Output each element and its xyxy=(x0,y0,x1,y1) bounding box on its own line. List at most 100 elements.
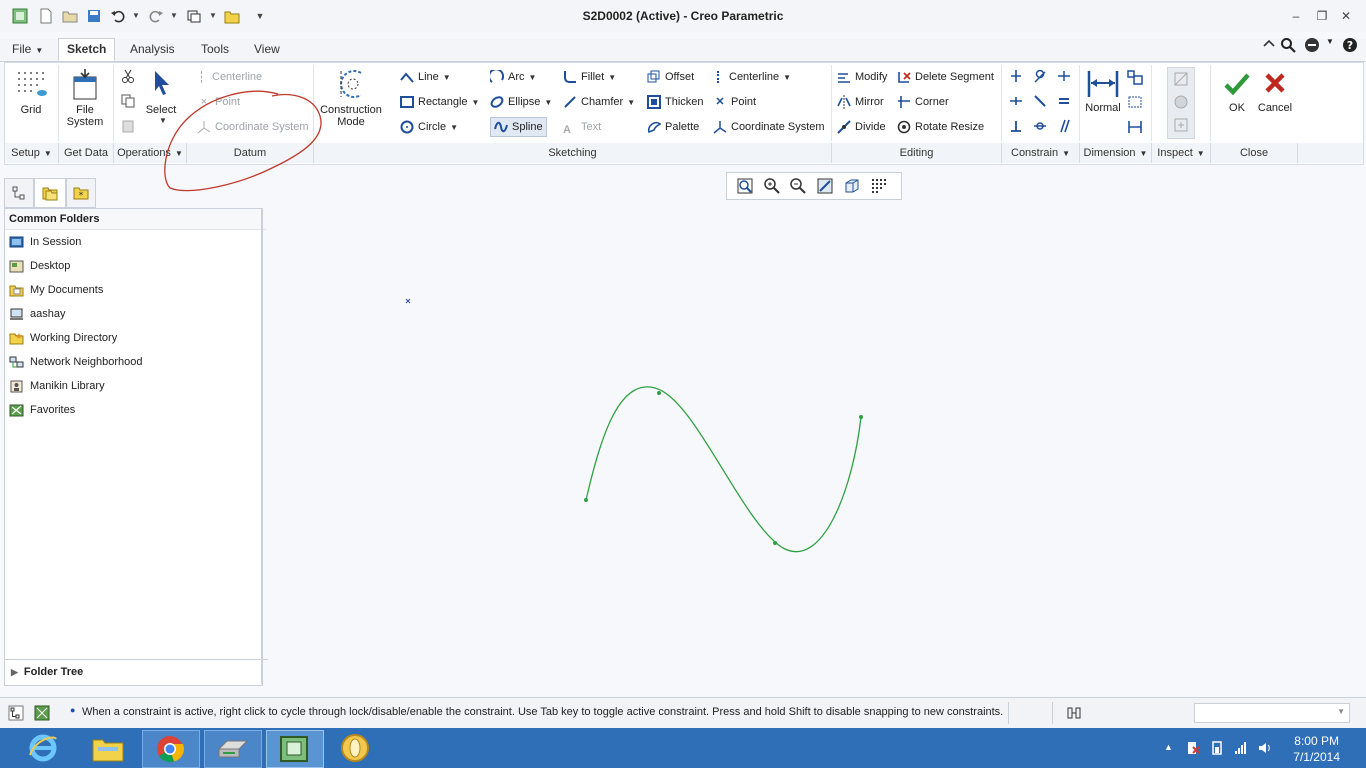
datum-centerline-button[interactable]: Centerline xyxy=(197,67,262,87)
arc-dropdown-icon[interactable]: ▼ xyxy=(529,73,537,82)
display-style-icon[interactable] xyxy=(843,177,861,195)
chamfer-dropdown-icon[interactable]: ▼ xyxy=(627,98,635,107)
arc-button[interactable]: Arc ▼ xyxy=(490,67,536,87)
network-signal-icon[interactable] xyxy=(1234,741,1248,755)
coincident-constraint-icon[interactable] xyxy=(1033,94,1047,108)
rectangle-dropdown-icon[interactable]: ▼ xyxy=(472,98,480,107)
fillet-button[interactable]: Fillet ▼ xyxy=(563,67,616,87)
taskbar-chrome[interactable] xyxy=(142,730,200,768)
volume-icon[interactable] xyxy=(1258,741,1272,755)
delete-segment-button[interactable]: Delete Segment xyxy=(897,67,994,87)
folder-desktop[interactable]: Desktop xyxy=(9,257,70,275)
refit-icon[interactable] xyxy=(736,177,754,195)
shade-closed-loops-icon[interactable] xyxy=(1173,94,1189,110)
zoom-out-icon[interactable] xyxy=(789,177,807,195)
model-tree-tab[interactable] xyxy=(4,178,34,208)
tab-view[interactable]: View xyxy=(246,39,288,60)
group-inspect[interactable]: Inspect ▼ xyxy=(1152,143,1211,163)
restore-icon[interactable]: ❐ xyxy=(1314,8,1330,24)
highlight-open-ends-icon[interactable] xyxy=(1173,117,1189,133)
tab-file[interactable]: File ▼ xyxy=(4,39,51,60)
favorites-tab[interactable]: * xyxy=(66,178,96,208)
divide-button[interactable]: Divide xyxy=(837,117,886,137)
file-system-button[interactable]: File System xyxy=(63,69,107,128)
palette-button[interactable]: Palette xyxy=(647,117,699,137)
sketch-canvas[interactable] xyxy=(263,166,1366,694)
normal-dimension-button[interactable]: Normal xyxy=(1083,69,1123,114)
ellipse-dropdown-icon[interactable]: ▼ xyxy=(544,98,552,107)
ok-button[interactable]: OK xyxy=(1217,69,1257,114)
help-dropdown-icon[interactable]: ▼ xyxy=(1326,37,1334,46)
taskbar-creo-parametric[interactable] xyxy=(266,730,324,768)
fillet-dropdown-icon[interactable]: ▼ xyxy=(608,73,616,82)
paste-icon[interactable] xyxy=(121,119,135,133)
horizontal-constraint-icon[interactable] xyxy=(1009,94,1023,108)
line-dropdown-icon[interactable]: ▼ xyxy=(443,73,451,82)
ellipse-button[interactable]: Ellipse ▼ xyxy=(490,92,552,112)
rectangle-button[interactable]: Rectangle ▼ xyxy=(400,92,479,112)
text-button[interactable]: A Text xyxy=(563,117,601,137)
grid-button[interactable]: Grid xyxy=(11,69,51,116)
action-center-icon[interactable] xyxy=(1186,741,1200,755)
smart-select-filter-icon[interactable] xyxy=(1066,705,1082,721)
folder-my-documents[interactable]: My Documents xyxy=(9,281,103,299)
folder-aashay[interactable]: aashay xyxy=(9,305,65,323)
reference-icon[interactable] xyxy=(1127,94,1143,110)
folder-browser-tab[interactable] xyxy=(34,178,66,208)
thicken-button[interactable]: Thicken xyxy=(647,92,704,112)
vertical-constraint-icon[interactable] xyxy=(1009,69,1023,83)
folder-in-session[interactable]: In Session xyxy=(9,233,81,251)
offset-button[interactable]: Offset xyxy=(647,67,694,87)
spline-button[interactable]: Spline xyxy=(490,117,547,137)
symmetric-constraint-icon[interactable] xyxy=(1033,119,1047,133)
cut-icon[interactable] xyxy=(121,69,135,83)
power-icon[interactable] xyxy=(1210,741,1224,755)
centerline-dropdown-icon[interactable]: ▼ xyxy=(783,73,791,82)
perpendicular-constraint-icon[interactable] xyxy=(1009,119,1023,133)
line-button[interactable]: Line ▼ xyxy=(400,67,451,87)
taskbar-internet-explorer[interactable] xyxy=(14,730,70,766)
baseline-icon[interactable] xyxy=(1127,119,1143,135)
folder-tree-toggle[interactable]: ▶ Folder Tree xyxy=(5,659,268,684)
repaint-icon[interactable] xyxy=(816,177,834,195)
overlapping-geometry-icon[interactable] xyxy=(1173,71,1189,87)
sketcher-display-filters-icon[interactable] xyxy=(870,177,888,195)
toggle-navigator-icon[interactable] xyxy=(8,705,24,721)
help-community-icon[interactable] xyxy=(1304,37,1320,53)
zoom-in-icon[interactable] xyxy=(763,177,781,195)
sketch-centerline-button[interactable]: Centerline ▼ xyxy=(713,67,791,87)
tab-tools[interactable]: Tools xyxy=(193,39,237,60)
selection-filter-dropdown[interactable]: ▼ xyxy=(1194,703,1350,723)
chamfer-button[interactable]: Chamfer ▼ xyxy=(563,92,635,112)
minimize-icon[interactable]: – xyxy=(1288,8,1304,24)
circle-button[interactable]: Circle ▼ xyxy=(400,117,458,137)
sketch-coordinate-system-button[interactable]: Coordinate System xyxy=(713,117,825,137)
modify-button[interactable]: Modify xyxy=(837,67,887,87)
sketch-point-button[interactable]: ✕ Point xyxy=(713,92,756,112)
corner-button[interactable]: Corner xyxy=(897,92,949,112)
help-icon[interactable]: ? xyxy=(1342,37,1358,53)
parallel-constraint-icon[interactable] xyxy=(1057,119,1071,133)
taskbar-file-explorer[interactable] xyxy=(80,730,136,766)
folder-manikin-library[interactable]: Manikin Library xyxy=(9,377,105,395)
taskbar-app-orange[interactable] xyxy=(328,730,384,766)
tab-analysis[interactable]: Analysis xyxy=(122,39,183,60)
search-icon[interactable] xyxy=(1280,37,1296,53)
rotate-resize-button[interactable]: Rotate Resize xyxy=(897,117,984,137)
folder-working-directory[interactable]: Working Directory xyxy=(9,329,117,347)
cancel-button[interactable]: Cancel xyxy=(1255,69,1295,114)
circle-dropdown-icon[interactable]: ▼ xyxy=(450,123,458,132)
group-dimension[interactable]: Dimension ▼ xyxy=(1080,143,1152,163)
perimeter-icon[interactable] xyxy=(1127,69,1143,85)
midpoint-constraint-icon[interactable] xyxy=(1057,69,1071,83)
tab-sketch[interactable]: Sketch xyxy=(58,38,116,61)
show-hidden-icons-icon[interactable]: ▲ xyxy=(1164,742,1173,752)
equal-constraint-icon[interactable] xyxy=(1057,94,1071,108)
toggle-browser-icon[interactable] xyxy=(34,705,50,721)
group-constrain[interactable]: Constrain ▼ xyxy=(1002,143,1080,163)
taskbar-removable-disk[interactable] xyxy=(204,730,262,768)
folder-network-neighborhood[interactable]: Network Neighborhood xyxy=(9,353,143,371)
minimize-ribbon-icon[interactable] xyxy=(1262,37,1276,51)
tangent-constraint-icon[interactable] xyxy=(1033,69,1047,83)
copy-icon[interactable] xyxy=(121,94,135,108)
